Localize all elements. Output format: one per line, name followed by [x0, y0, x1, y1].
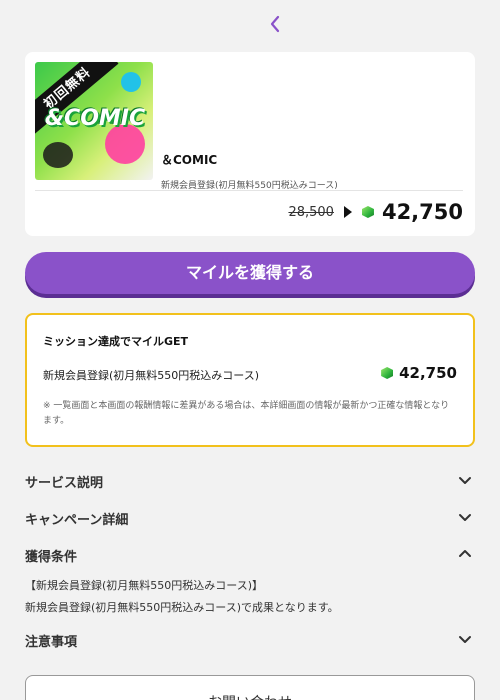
- accordion-conditions[interactable]: 獲得条件: [25, 543, 475, 567]
- get-miles-button[interactable]: マイルを獲得する: [25, 252, 475, 294]
- new-price: 42,750: [381, 200, 463, 224]
- arrow-right-icon: [343, 206, 352, 218]
- accordion-notes[interactable]: 注意事項: [25, 628, 475, 652]
- price-row: 28,500 42,750: [288, 200, 463, 224]
- offer-thumbnail: 初回無料 &COMIC: [35, 62, 153, 180]
- accordion-label: キャンペーン詳細: [25, 513, 129, 528]
- divider: [35, 190, 463, 191]
- comic-logo: &COMIC: [44, 106, 146, 131]
- chevron-down-icon: [459, 477, 471, 484]
- offer-card: 初回無料 &COMIC ＆COMIC 新規会員登録(初月無料550円税込みコース…: [25, 52, 475, 236]
- mission-title: ミッション達成でマイルGET: [43, 335, 189, 348]
- offer-title: ＆COMIC: [161, 153, 218, 167]
- mile-gem-icon: [381, 367, 394, 379]
- conditions-line: 【新規会員登録(初月無料550円税込みコース)】: [25, 579, 264, 592]
- accordion-campaign[interactable]: キャンペーン詳細: [25, 506, 475, 530]
- chevron-left-icon: [270, 15, 280, 33]
- accordion-label: サービス説明: [25, 476, 104, 491]
- accordion-label: 注意事項: [25, 635, 78, 650]
- back-button[interactable]: [264, 12, 286, 36]
- mission-price-value: 42,750: [399, 364, 457, 382]
- inquiry-button[interactable]: お問い合わせ: [25, 675, 475, 700]
- chevron-up-icon: [459, 550, 471, 557]
- mission-item-label: 新規会員登録(初月無料550円税込みコース): [43, 369, 260, 382]
- accordion-service[interactable]: サービス説明: [25, 469, 475, 493]
- mission-note: ※ 一覧画面と本画面の報酬情報に差異がある場合は、本詳細画面の情報が最新かつ正確…: [43, 401, 450, 426]
- mission-box: ミッション達成でマイルGET 新規会員登録(初月無料550円税込みコース) 42…: [25, 313, 475, 447]
- mission-price: 42,750: [381, 364, 457, 382]
- conditions-body: 【新規会員登録(初月無料550円税込みコース)】 新規会員登録(初月無料550円…: [25, 575, 475, 619]
- chevron-down-icon: [459, 514, 471, 521]
- conditions-line: 新規会員登録(初月無料550円税込みコース)で成果となります。: [25, 601, 339, 614]
- old-price: 28,500: [288, 204, 334, 220]
- chevron-down-icon: [459, 636, 471, 643]
- accordion-label: 獲得条件: [25, 550, 78, 565]
- mile-gem-icon: [361, 206, 374, 218]
